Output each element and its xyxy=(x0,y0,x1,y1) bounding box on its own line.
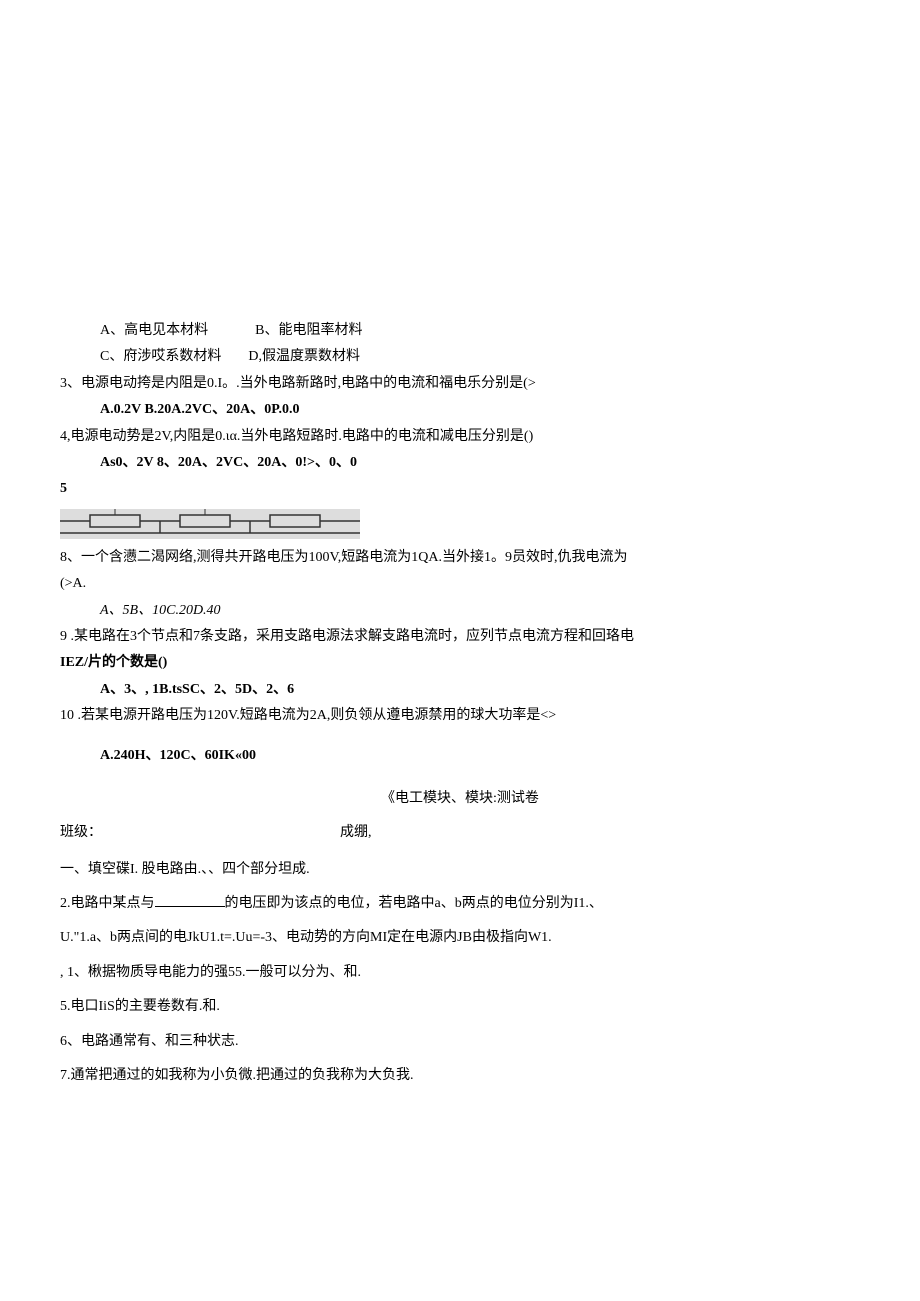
fill-q6: 6、电路通常有、和三种状志. xyxy=(60,1031,860,1053)
q2-c: C、府涉哎系数材料 xyxy=(100,349,221,364)
q3-opts: A.0.2V B.20A.2VC、20A、0P.0.0 xyxy=(60,399,860,421)
q9-opts: A、3、, 1B.tsSC、2、5D、2、6 xyxy=(60,679,860,701)
fill-q5: 5.电口IiS的主要卷数有.和. xyxy=(60,996,860,1018)
q10-opts: A.240H、120C、60IK«00 xyxy=(60,745,860,767)
fill-q2-a: 2.电路中某点与 xyxy=(60,896,155,911)
q2-option-a-b: A、高电见本材料 B、能电阻率材料 xyxy=(60,320,860,342)
fill-q4: , 1、楸据物质导电能力的强55.一般可以分为、和. xyxy=(60,962,860,984)
q8-text1: 8、一个含懑二渴网络,测得共开路电压为100V,短路电流为1QA.当外接1。9员… xyxy=(60,547,860,569)
class-label: 班级： xyxy=(60,822,340,844)
q10-text: 10 .若某电源开路电压为120V.短路电流为2A,则负领从遵电源禁用的球大功率… xyxy=(60,705,860,727)
q4-text: 4,电源电动势是2V,内阻是0.ια.当外电路短路时.电路中的电流和减电压分别是… xyxy=(60,426,860,448)
fill-q7: 7.通常把通过的如我称为小负微.把通过的负我称为大负我. xyxy=(60,1065,860,1087)
fill-q2: 2.电路中某点与 的电压即为该点的电位，若电路中a、b两点的电位分别为I1.、 xyxy=(60,893,860,915)
q4-opts: As0、2V 8、20A、2VC、20A、0!>、0、0 xyxy=(60,452,860,474)
q2-a: A、高电见本材料 xyxy=(100,323,208,338)
exam-header-row: 班级： 成绷, xyxy=(60,822,860,844)
q8-opts: A、5B、10C.20D.40 xyxy=(60,600,860,622)
q3-text: 3、电源电动挎是内阻是0.I。.当外电路新路时,电路中的电流和福电乐分别是(> xyxy=(60,373,860,395)
score-label: 成绷, xyxy=(340,822,860,844)
exam-title: 《电工模块、模块:测试卷 xyxy=(60,788,860,810)
blank-line xyxy=(155,906,225,907)
q8-text2: (>A. xyxy=(60,573,860,595)
fill-q3: U."1.a、b两点间的电JkU1.t=.Uu=-3、电动势的方向MI定在电源内… xyxy=(60,927,860,949)
q2-b: B、能电阻率材料 xyxy=(255,323,362,338)
q2-d: D,假温度票数材料 xyxy=(248,349,360,364)
fill-q2-b: 的电压即为该点的电位，若电路中a、b两点的电位分别为I1.、 xyxy=(225,896,603,911)
q5-label: 5 xyxy=(60,478,860,500)
fill-q1: 一、填空碟I. 股电路由.、、四个部分坦成. xyxy=(60,859,860,881)
q2-option-c-d: C、府涉哎系数材料 D,假温度票数材料 xyxy=(60,346,860,368)
q9-text1: 9 .某电路在3个节点和7条支路，采用支路电源法求解支路电流时，应列节点电流方程… xyxy=(60,626,860,648)
q9-text2: IEZ/片的个数是() xyxy=(60,652,860,674)
circuit-diagram xyxy=(60,509,360,539)
